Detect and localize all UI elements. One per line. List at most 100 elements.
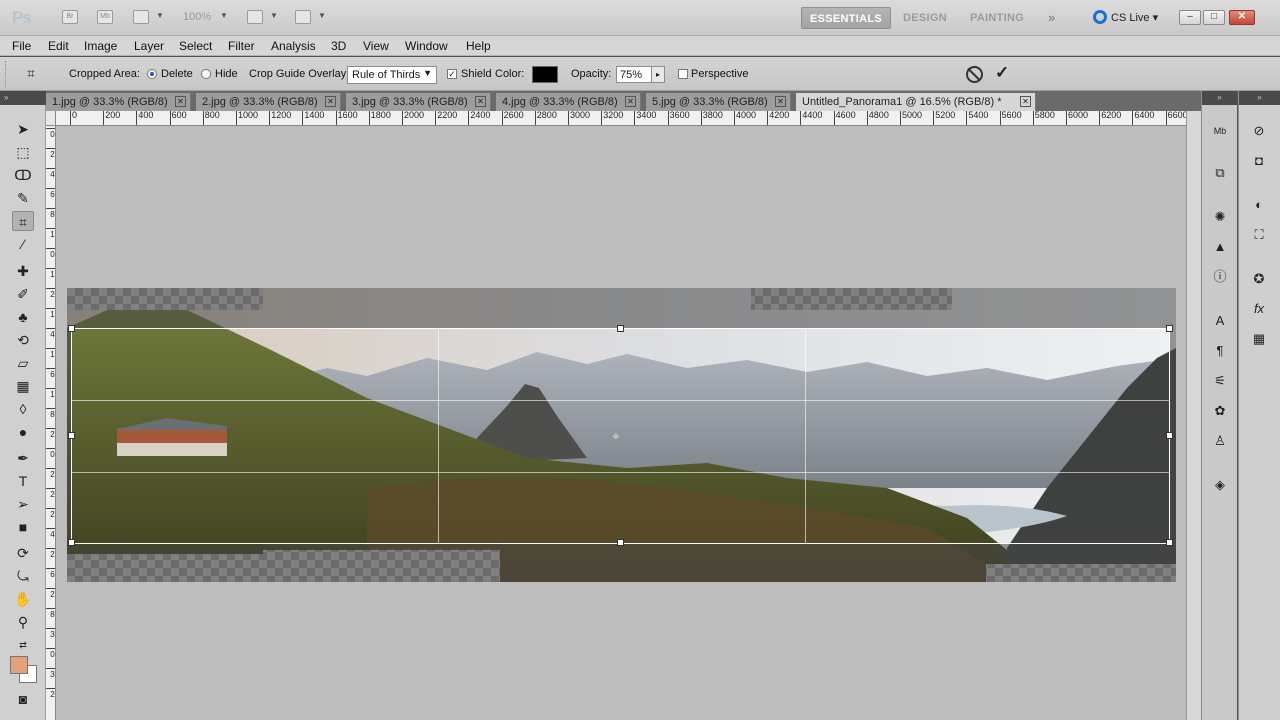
shield-color-swatch[interactable] [532,66,558,83]
tab-1-jpg[interactable]: 1.jpg @ 33.3% (RGB/8) ✕ [46,93,191,111]
path-selection-tool-icon[interactable]: ➢ [12,494,34,514]
eyedropper-tool-icon[interactable]: ⁄ [12,234,34,254]
shield-checkbox[interactable]: ✓ [447,69,457,79]
eraser-tool-icon[interactable]: ▱ [12,353,34,373]
quick-mask-icon[interactable]: ◙ [12,689,34,709]
options-grip[interactable] [5,61,8,87]
3d-rotate-tool-icon[interactable]: ⟳ [12,543,34,563]
workspace-design[interactable]: DESIGN [895,7,955,29]
crop-handle-right[interactable] [1166,432,1173,439]
channels-panel-icon[interactable]: ▦ [1249,329,1269,349]
tab-5-jpg[interactable]: 5.jpg @ 33.3% (RGB/8) ✕ [646,93,791,111]
screen-mode-icon[interactable] [295,10,311,24]
menu-layer[interactable]: Layer [134,39,164,53]
tab-untitled-panorama[interactable]: Untitled_Panorama1 @ 16.5% (RGB/8) * ✕ [796,93,1036,111]
dock-header[interactable]: » [1239,91,1280,105]
brush-tool-icon[interactable]: ✐ [12,284,34,304]
crop-handle-bottom-right[interactable] [1166,539,1173,546]
3d-orbit-tool-icon[interactable]: ⤿ [12,566,34,586]
menu-help[interactable]: Help [466,39,491,53]
paragraph-panel-icon[interactable]: ¶ [1210,341,1230,361]
close-tab-icon[interactable]: ✕ [475,96,486,107]
workspace-essentials[interactable]: ESSENTIALS [801,7,892,29]
clone-source-panel-icon[interactable]: ♙ [1210,431,1230,451]
color-panel-icon[interactable]: ⊘ [1249,121,1269,141]
menu-view[interactable]: View [363,39,389,53]
mini-bridge-panel-icon[interactable]: Mb [1210,121,1230,141]
vertical-scrollbar[interactable] [1186,111,1201,720]
marquee-tool-icon[interactable]: ⬚ [12,142,34,162]
menu-file[interactable]: File [12,39,31,53]
menu-image[interactable]: Image [84,39,117,53]
crop-guide-overlay-select[interactable]: Rule of Thirds ▼ [347,66,437,84]
quick-selection-tool-icon[interactable]: ✎ [12,188,34,208]
hide-radio[interactable] [201,69,211,79]
bridge-icon[interactable]: Br [62,10,78,24]
minimize-button[interactable]: – [1179,10,1201,25]
hand-tool-icon[interactable]: ✋ [12,589,34,609]
crop-handle-bottom-left[interactable] [68,539,75,546]
crop-handle-left[interactable] [68,432,75,439]
history-panel-icon[interactable]: ⧉ [1210,163,1230,183]
close-tab-icon[interactable]: ✕ [1020,96,1031,107]
swap-colors-icon[interactable]: ⇄ [12,635,34,655]
delete-radio[interactable] [147,69,157,79]
info-panel-icon[interactable]: ⓘ [1210,267,1230,287]
crop-handle-top[interactable] [617,325,624,332]
lasso-tool-icon[interactable]: ↀ [12,165,34,185]
navigator-panel-icon[interactable]: ✺ [1210,207,1230,227]
vertical-ruler[interactable]: 02468101214161820222426283032 [46,126,56,720]
cancel-crop-icon[interactable] [966,66,983,83]
perspective-checkbox[interactable] [678,69,688,79]
chevron-down-icon[interactable]: ▼ [220,11,228,20]
dodge-tool-icon[interactable]: ● [12,422,34,442]
close-tab-icon[interactable]: ✕ [625,96,636,107]
adjustments-panel-icon[interactable]: ◐ [1249,195,1269,215]
type-tool-icon[interactable]: T [12,471,34,491]
commit-crop-icon[interactable]: ✓ [995,63,1009,83]
histogram-panel-icon[interactable]: ▲ [1210,237,1230,257]
arrange-documents-icon[interactable] [247,10,263,24]
menu-select[interactable]: Select [179,39,212,53]
character-panel-icon[interactable]: A [1210,311,1230,331]
opacity-slider-toggle[interactable]: ▸ [651,66,665,83]
menu-window[interactable]: Window [405,39,448,53]
horizontal-ruler[interactable]: 0 200 400 600 800 1000 1200 1400 1600 1800 2000 220… [56,111,1186,126]
crop-handle-top-left[interactable] [68,325,75,332]
zoom-tool-icon[interactable]: ⚲ [12,612,34,632]
brush-panel-icon[interactable]: ✿ [1210,401,1230,421]
menu-analysis[interactable]: Analysis [271,39,316,53]
close-button[interactable]: ✕ [1229,10,1255,25]
close-tab-icon[interactable]: ✕ [175,96,186,107]
layers-panel-icon[interactable]: ◈ [1210,475,1230,495]
crop-handle-top-right[interactable] [1166,325,1173,332]
opacity-input[interactable]: 75% [616,66,652,83]
chevron-down-icon[interactable]: ▼ [270,11,278,20]
chevron-down-icon[interactable]: ▼ [318,11,326,20]
crop-tool-preset-icon[interactable]: ⌗ [22,65,40,83]
clone-stamp-tool-icon[interactable]: ♣ [12,307,34,327]
tab-3-jpg[interactable]: 3.jpg @ 33.3% (RGB/8) ✕ [346,93,491,111]
blur-tool-icon[interactable]: ◊ [12,399,34,419]
ruler-origin[interactable] [46,111,56,126]
maximize-button[interactable]: □ [1203,10,1225,25]
styles-panel-icon[interactable]: ✪ [1249,269,1269,289]
brush-presets-panel-icon[interactable]: ⚟ [1210,371,1230,391]
tab-4-jpg[interactable]: 4.jpg @ 33.3% (RGB/8) ✕ [496,93,641,111]
menu-edit[interactable]: Edit [48,39,69,53]
crop-marquee[interactable] [68,325,1173,546]
workspace-painting[interactable]: PAINTING [962,7,1032,29]
menu-3d[interactable]: 3D [331,39,346,53]
swatches-panel-icon[interactable]: ◘ [1249,151,1269,171]
cs-live-menu[interactable]: CS Live ▾ [1093,10,1158,24]
zoom-level[interactable]: 100% [183,11,211,23]
gradient-tool-icon[interactable]: ▦ [12,376,34,396]
crop-tool-icon[interactable]: ⌗ [12,211,34,231]
extras-icon[interactable] [133,10,149,24]
tab-2-jpg[interactable]: 2.jpg @ 33.3% (RGB/8) ✕ [196,93,341,111]
fx-panel-icon[interactable]: fx [1249,299,1269,319]
move-tool-icon[interactable]: ➤ [12,119,34,139]
mini-bridge-icon[interactable]: Mb [97,10,113,24]
close-tab-icon[interactable]: ✕ [775,96,786,107]
masks-panel-icon[interactable]: ⛶ [1249,225,1269,245]
